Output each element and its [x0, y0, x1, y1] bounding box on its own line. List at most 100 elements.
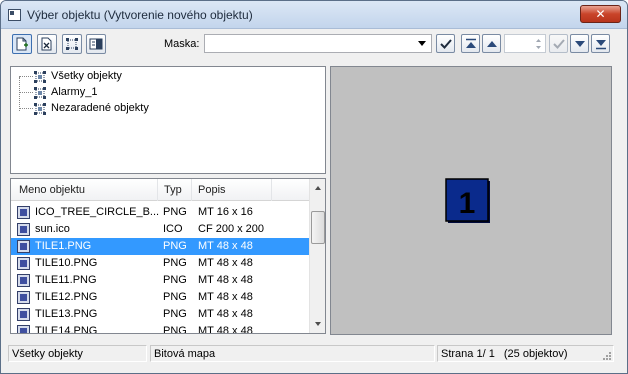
row-type: PNG	[163, 257, 187, 269]
object-group-icon	[66, 38, 78, 50]
column-header-name[interactable]: Meno objektu	[19, 184, 85, 196]
row-name: ICO_TREE_CIRCLE_B...	[35, 206, 160, 218]
table-row[interactable]: ICO_TREE_CIRCLE_B... PNG MT 16 x 16	[11, 204, 309, 221]
tree-connector	[19, 108, 33, 109]
object-group-icon	[34, 103, 46, 115]
image-file-icon	[17, 308, 30, 321]
row-description: MT 48 x 48	[198, 291, 253, 303]
image-file-icon	[17, 223, 30, 236]
status-object-kind: Bitová mapa	[150, 345, 435, 362]
preview-panel: 1	[330, 66, 612, 335]
new-object-button[interactable]	[12, 34, 32, 54]
object-list[interactable]: Meno objektu Typ Popis ICO_TREE_CIRCLE_B…	[10, 178, 326, 334]
table-row[interactable]: TILE14.PNG PNG MT 48 x 48	[11, 323, 309, 334]
properties-icon	[89, 38, 103, 50]
column-divider[interactable]	[271, 179, 272, 201]
page-spinner[interactable]	[504, 34, 546, 53]
scroll-up-icon[interactable]	[311, 180, 325, 196]
tile-preview-image: 1	[445, 178, 490, 223]
object-group-icon	[34, 87, 46, 99]
image-file-icon	[17, 325, 30, 333]
svg-text:1: 1	[459, 187, 476, 220]
mask-dropdown-arrow[interactable]	[416, 36, 429, 51]
chevron-down-icon	[418, 41, 426, 46]
column-divider[interactable]	[191, 179, 192, 201]
mask-label: Maska:	[164, 38, 200, 50]
row-type: PNG	[163, 240, 187, 252]
list-scrollbar[interactable]	[309, 179, 325, 333]
checkmark-icon	[553, 39, 565, 49]
tree-connector	[19, 77, 20, 111]
image-file-icon	[17, 240, 30, 253]
last-page-icon	[596, 40, 606, 50]
delete-document-icon	[41, 37, 52, 51]
table-row[interactable]: TILE11.PNG PNG MT 48 x 48	[11, 272, 309, 289]
row-name: TILE1.PNG	[35, 240, 92, 252]
column-header-type[interactable]: Typ	[164, 184, 182, 196]
tree-connector	[19, 76, 33, 77]
tree-item-label: Alarmy_1	[51, 86, 98, 98]
properties-button[interactable]	[86, 34, 106, 54]
row-type: ICO	[163, 223, 183, 235]
checkmark-icon	[440, 39, 452, 49]
object-group-button[interactable]	[62, 34, 82, 54]
window-title: Výber objektu (Vytvorenie nového objektu…	[27, 8, 253, 22]
image-file-icon	[17, 257, 30, 270]
spin-up-icon[interactable]	[533, 36, 544, 44]
column-divider[interactable]	[157, 179, 158, 201]
close-button[interactable]: ✕	[580, 5, 621, 23]
row-description: CF 200 x 200	[198, 223, 265, 235]
new-document-icon	[16, 37, 28, 51]
previous-page-button[interactable]	[482, 34, 501, 53]
image-file-icon	[17, 274, 30, 287]
status-paging: Strana 1/ 1 (25 objektov)	[437, 345, 614, 362]
tree-item-label: Všetky objekty	[51, 70, 122, 82]
row-description: MT 48 x 48	[198, 274, 253, 286]
row-type: PNG	[163, 206, 187, 218]
tree-item-label: Nezaradené objekty	[51, 102, 149, 114]
row-description: MT 48 x 48	[198, 257, 253, 269]
image-file-icon	[17, 291, 30, 304]
object-group-icon	[34, 71, 46, 83]
triangle-up-icon	[487, 41, 497, 47]
status-filter: Všetky objekty	[8, 345, 147, 362]
row-description: MT 48 x 48	[198, 325, 253, 334]
status-count: (25 objektov)	[503, 348, 568, 360]
status-page: Strana 1/ 1	[441, 348, 495, 360]
table-row[interactable]: TILE13.PNG PNG MT 48 x 48	[11, 306, 309, 323]
row-name: TILE10.PNG	[35, 257, 98, 269]
row-name: TILE11.PNG	[35, 274, 97, 286]
scroll-down-icon[interactable]	[311, 316, 325, 332]
scrollbar-thumb[interactable]	[311, 211, 325, 244]
status-bar: Všetky objekty Bitová mapa Strana 1/ 1 (…	[8, 345, 614, 363]
row-description: MT 16 x 16	[198, 206, 253, 218]
row-type: PNG	[163, 325, 187, 334]
column-header-description[interactable]: Popis	[198, 184, 226, 196]
last-page-button[interactable]	[591, 34, 610, 53]
table-row[interactable]: TILE12.PNG PNG MT 48 x 48	[11, 289, 309, 306]
tree-connector	[19, 92, 33, 93]
spin-down-icon[interactable]	[533, 44, 544, 52]
row-name: sun.ico	[35, 223, 70, 235]
first-page-button[interactable]	[461, 34, 480, 53]
row-description: MT 48 x 48	[198, 308, 253, 320]
next-page-button[interactable]	[570, 34, 589, 53]
object-selection-window: Výber objektu (Vytvorenie nového objektu…	[0, 0, 628, 374]
image-file-icon	[17, 206, 30, 219]
table-row[interactable]: sun.ico ICO CF 200 x 200	[11, 221, 309, 238]
row-name: TILE12.PNG	[35, 291, 98, 303]
object-group-tree[interactable]: Všetky objekty Alarmy_1 Nezaradené objek…	[10, 66, 326, 174]
window-icon	[8, 9, 21, 21]
title-bar: Výber objektu (Vytvorenie nového objektu…	[1, 1, 627, 29]
table-row[interactable]: TILE10.PNG PNG MT 48 x 48	[11, 255, 309, 272]
delete-object-button[interactable]	[37, 34, 57, 54]
list-header: Meno objektu Typ Popis	[11, 179, 309, 201]
apply-mask-button[interactable]	[436, 34, 455, 53]
go-to-page-button[interactable]	[549, 34, 568, 53]
row-type: PNG	[163, 308, 187, 320]
row-type: PNG	[163, 274, 187, 286]
row-name: TILE13.PNG	[35, 308, 98, 320]
mask-combobox[interactable]	[204, 34, 432, 53]
resize-grip-icon[interactable]	[602, 351, 612, 361]
table-row-selected[interactable]: TILE1.PNG PNG MT 48 x 48	[11, 238, 309, 255]
